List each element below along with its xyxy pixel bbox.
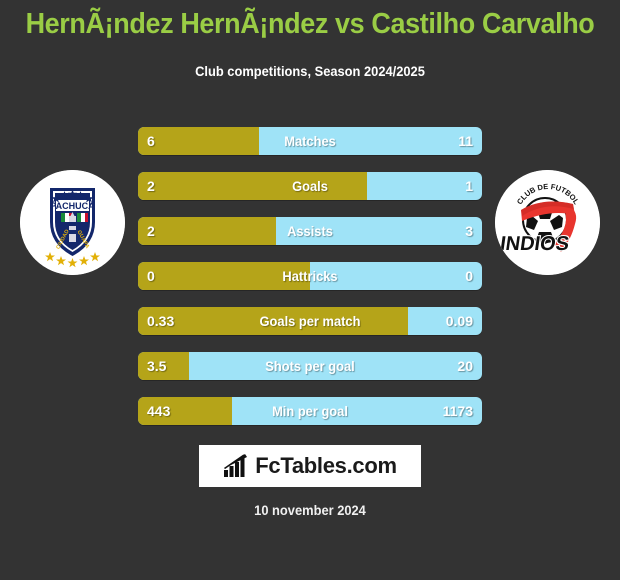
page-title: HernÃ¡ndez HernÃ¡ndez vs Castilho Carval… — [25, 8, 595, 40]
away-value: 20 — [457, 358, 473, 374]
svg-text:INDIOS: INDIOS — [499, 233, 571, 255]
table-row: 2 Assists 3 — [138, 217, 482, 245]
table-row: 0.33 Goals per match 0.09 — [138, 307, 482, 335]
stat-comparison-card: HernÃ¡ndez HernÃ¡ndez vs Castilho Carval… — [0, 0, 620, 580]
stat-label: Assists — [287, 223, 333, 239]
report-date: 10 november 2024 — [254, 502, 366, 518]
away-value: 3 — [465, 223, 473, 239]
away-value: 0.09 — [445, 313, 473, 329]
svg-text:PACHUCA: PACHUCA — [50, 201, 95, 211]
bar-chart-arrow-icon — [224, 454, 248, 477]
away-value: 1 — [465, 178, 473, 194]
stats-bar-list: 6 Matches 11 2 Goals 1 2 Assists 3 0 Hat… — [138, 127, 482, 442]
table-row: 0 Hattricks 0 — [138, 262, 482, 290]
stat-label: Hattricks — [282, 268, 338, 284]
indios-crest-icon: CLUB DE FUTBOL INDIOS — [495, 170, 600, 275]
stat-label: Goals per match — [259, 313, 361, 329]
stat-label: Shots per goal — [265, 358, 355, 374]
table-row: 6 Matches 11 — [138, 127, 482, 155]
fctables-logo[interactable]: FcTables.com — [199, 445, 421, 487]
stat-label: Min per goal — [272, 403, 348, 419]
page-subtitle: Club competitions, Season 2024/2025 — [195, 63, 425, 79]
away-value: 0 — [465, 268, 473, 284]
table-row: 3.5 Shots per goal 20 — [138, 352, 482, 380]
away-team-badge: CLUB DE FUTBOL INDIOS — [495, 170, 600, 275]
table-row: 2 Goals 1 — [138, 172, 482, 200]
away-value: 1173 — [442, 403, 473, 419]
away-value: 11 — [458, 133, 473, 149]
stat-label: Goals — [292, 178, 328, 194]
pachuca-crest-icon: PACHUCA CIUDAD GUAPA — [20, 170, 125, 275]
stat-label: Matches — [284, 133, 336, 149]
table-row: 443 Min per goal 1173 — [138, 397, 482, 425]
fctables-logo-text: FcTables.com — [255, 453, 397, 478]
home-team-badge: PACHUCA CIUDAD GUAPA — [20, 170, 125, 275]
